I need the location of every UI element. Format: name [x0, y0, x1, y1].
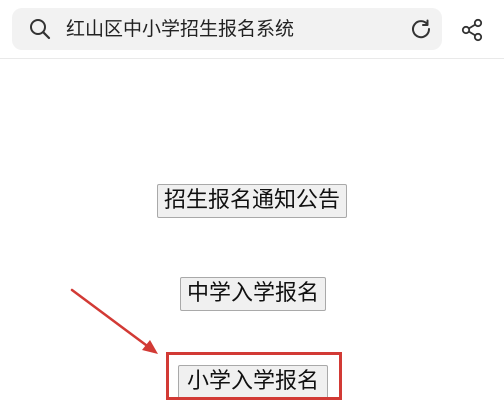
search-query-text: 红山区中小学招生报名系统	[66, 18, 295, 40]
search-bar[interactable]: 红山区中小学招生报名系统	[12, 8, 442, 50]
refresh-icon[interactable]	[410, 18, 432, 40]
search-icon	[29, 18, 51, 40]
page: 红山区中小学招生报名系统 招生报名通知公告 中学入学报名 小学入学报名	[0, 0, 504, 400]
middle-school-enrollment-button[interactable]: 中学入学报名	[180, 277, 326, 311]
admission-notice-button[interactable]: 招生报名通知公告	[157, 184, 347, 218]
share-icon[interactable]	[460, 18, 484, 42]
primary-school-enrollment-button[interactable]: 小学入学报名	[178, 365, 328, 399]
top-bar: 红山区中小学招生报名系统	[0, 0, 504, 59]
